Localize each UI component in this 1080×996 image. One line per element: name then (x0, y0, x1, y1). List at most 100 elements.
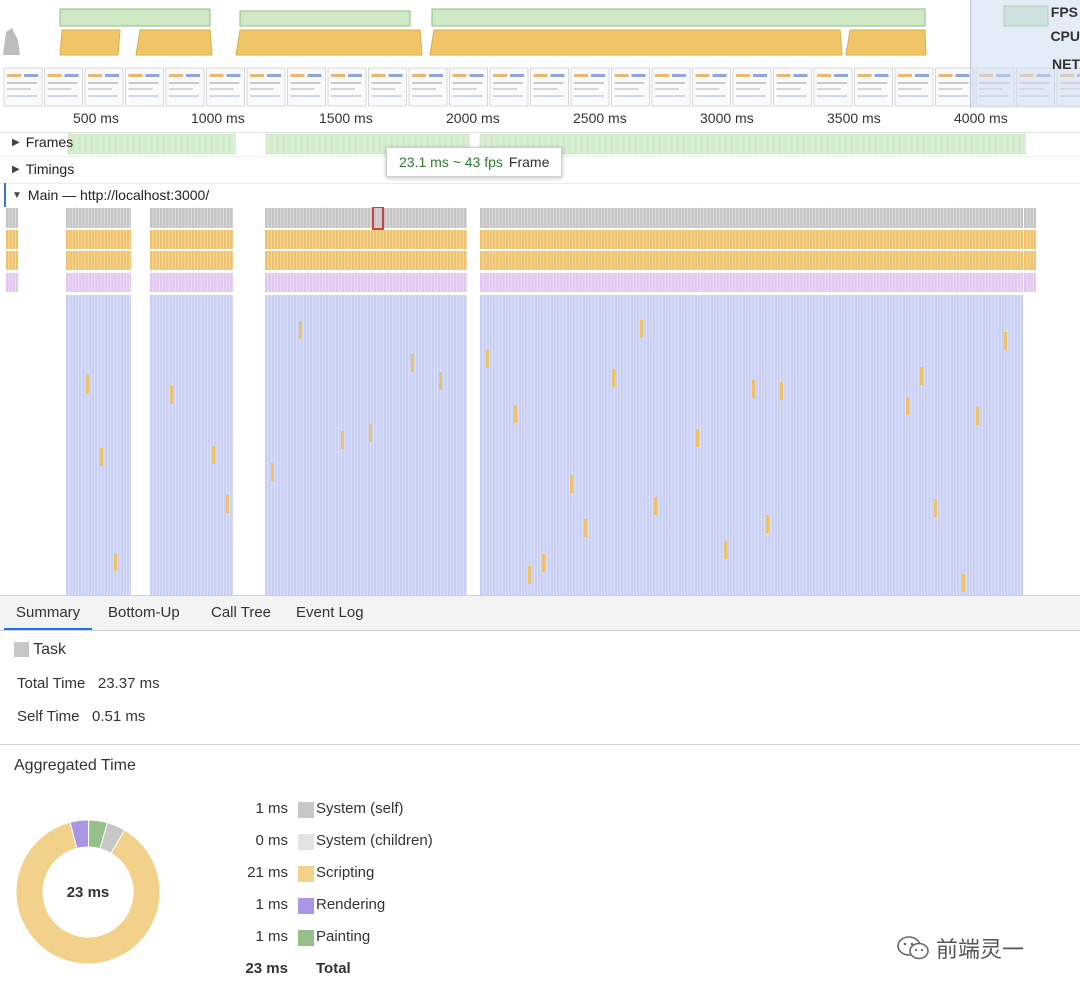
frame-bar (899, 133, 906, 155)
frame-bar (271, 133, 278, 155)
time-ruler[interactable]: 500 ms 1000 ms 1500 ms 2000 ms 2500 ms 3… (0, 108, 1080, 133)
thumbnail-line (169, 95, 199, 97)
thumbnail-line (614, 88, 639, 90)
legend-name: System (children) (316, 832, 433, 849)
thumbnail-line (898, 82, 928, 84)
frame-bar (653, 133, 660, 155)
summary-divider (0, 744, 1080, 745)
frames-track-toggle[interactable]: ▶ Frames (12, 134, 73, 150)
frame-bar (205, 133, 212, 155)
thumbnail-line (47, 82, 78, 84)
frame-bar (367, 133, 374, 155)
legend-name: Scripting (316, 864, 375, 881)
frame-bar (995, 133, 1002, 155)
frame-bar (821, 133, 828, 155)
screenshot-thumbnail (732, 67, 772, 107)
frame-bar (575, 133, 582, 155)
frame-bar (1001, 133, 1008, 155)
frame-tooltip: 23.1 ms ~ 43 fps Frame (386, 147, 563, 177)
watermark-text: 前端灵一 (936, 937, 1025, 962)
inner-call-bar (976, 407, 979, 425)
legend-row: 0 ms System (children) (242, 832, 502, 852)
thumbnail-frame (935, 67, 974, 107)
thumbnail-line (834, 74, 848, 77)
tab-bottom-up[interactable]: Bottom-Up (96, 596, 192, 630)
frame-bar (331, 133, 338, 155)
thumbnail-line (7, 88, 31, 90)
thumbnail-frame (813, 67, 853, 107)
thumbnail-line (267, 74, 281, 77)
thumbnail-line (938, 95, 969, 97)
screenshot-thumbnail (165, 67, 205, 107)
thumbnail-line (331, 74, 345, 77)
fps-graph (59, 5, 1049, 27)
frame-bar (791, 133, 798, 155)
ruler-tick: 4000 ms (954, 110, 1008, 126)
thumbnail-line (429, 74, 443, 77)
thumbnail-line (776, 74, 791, 77)
main-track-toggle[interactable]: ▼ Main — http://localhost:3000/ (12, 187, 209, 203)
screenshot-thumbnail (206, 67, 245, 107)
frame-bar (947, 133, 954, 155)
thumbnail-line (510, 74, 524, 77)
tab-call-tree[interactable]: Call Tree (199, 596, 283, 630)
screenshot-thumbnail (449, 67, 488, 107)
thumbnail-line (307, 74, 322, 77)
rendering-bar (265, 273, 467, 292)
main-track-header[interactable]: ▼ Main — http://localhost:3000/ (0, 183, 1080, 207)
thumbnail-frame (894, 67, 934, 107)
thumbnail-line (88, 74, 102, 77)
thumbnail-line (533, 95, 564, 97)
thumbnail-line (938, 74, 953, 77)
frame-bar (361, 133, 368, 155)
thumbnail-frame (368, 67, 407, 107)
main-track-label: Main — http://localhost:3000/ (27, 187, 210, 203)
frame-bar (593, 133, 600, 155)
thumbnail-line (331, 82, 361, 84)
timings-track-toggle[interactable]: ▶ Timings (12, 161, 74, 177)
thumbnail-line (47, 95, 78, 97)
tab-event-log[interactable]: Event Log (284, 596, 376, 630)
legend-row: 1 ms Rendering (242, 896, 502, 916)
self-time-value: 0.51 ms (92, 708, 146, 725)
frame-bar (827, 133, 834, 155)
thumbnail-line (614, 82, 645, 84)
thumbnail-line (695, 95, 726, 97)
frame-bar (109, 133, 116, 155)
frame-bar (103, 133, 110, 155)
thumbnail-frame (692, 67, 731, 107)
thumbnail-line (331, 88, 355, 90)
inner-call-bar (486, 350, 489, 368)
frame-bar (881, 133, 888, 155)
frame-bar (379, 133, 386, 155)
legend-name: Painting (316, 928, 371, 945)
frame-bar (929, 133, 936, 155)
screenshot-thumbnail (3, 67, 43, 107)
frame-bar (133, 133, 140, 155)
screenshot-thumbnail (651, 67, 691, 107)
frame-bar (127, 133, 134, 155)
screenshot-thumbnail (84, 67, 124, 107)
thumbnail-frame (449, 67, 488, 107)
frame-bar (677, 133, 684, 155)
frame-bar (337, 133, 344, 155)
frame-bar (953, 133, 960, 155)
thumbnail-line (371, 82, 402, 84)
legend-value: 1 ms (255, 928, 288, 945)
frame-bar (689, 133, 696, 155)
frame-bar (893, 133, 900, 155)
thumbnail-line (915, 74, 929, 77)
main-flame-chart[interactable] (0, 206, 1080, 595)
scripting-bar (265, 251, 467, 270)
screenshot-thumbnail (894, 67, 934, 107)
details-tabs: Summary Bottom-Up Call Tree Event Log (0, 595, 1080, 631)
timeline-overview[interactable]: FPS CPU NET (0, 0, 1080, 108)
tab-summary[interactable]: Summary (4, 596, 93, 630)
thumbnail-frame (206, 67, 245, 107)
thumbnail-line (290, 82, 321, 84)
inner-call-bar (299, 321, 302, 339)
frames-track-label: Frames (25, 134, 74, 150)
thumbnail-frame (287, 67, 326, 107)
frame-bar (85, 133, 92, 155)
frame-bar (295, 133, 302, 155)
